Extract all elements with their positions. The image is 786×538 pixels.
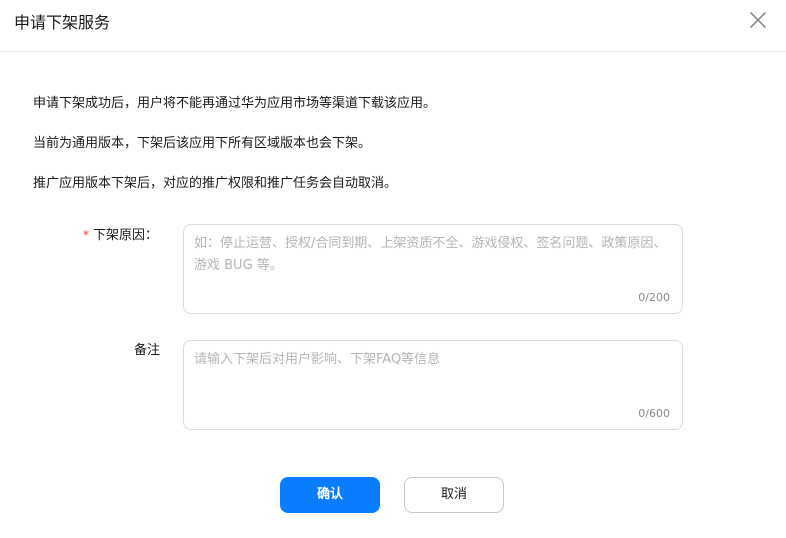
reason-field[interactable]: 0/200: [183, 224, 683, 314]
remark-label: 备注: [134, 343, 161, 358]
reason-label: * 下架原因：: [83, 226, 158, 245]
close-icon[interactable]: [748, 10, 768, 30]
confirm-button[interactable]: 确认: [280, 477, 380, 513]
reason-label-text: 下架原因：: [93, 228, 159, 243]
remark-char-counter: 0/600: [638, 407, 670, 420]
notice-text: 当前为通用版本，下架后该应用下所有区域版本也会下架。: [33, 136, 372, 151]
remark-field[interactable]: 0/600: [183, 340, 683, 430]
dialog-title: 申请下架服务: [14, 13, 111, 32]
reason-textarea[interactable]: [194, 233, 672, 285]
remove-service-dialog: 申请下架服务 申请下架成功后，用户将不能再通过华为应用市场等渠道下载该应用。 当…: [0, 0, 786, 538]
notice-text: 申请下架成功后，用户将不能再通过华为应用市场等渠道下载该应用。: [33, 96, 437, 111]
cancel-button[interactable]: 取消: [404, 477, 504, 513]
dialog-header: 申请下架服务: [0, 0, 786, 52]
reason-char-counter: 0/200: [638, 291, 670, 304]
required-mark: *: [83, 228, 89, 242]
notice-text: 推广应用版本下架后，对应的推广权限和推广任务会自动取消。: [33, 176, 398, 191]
remark-textarea[interactable]: [194, 349, 672, 401]
